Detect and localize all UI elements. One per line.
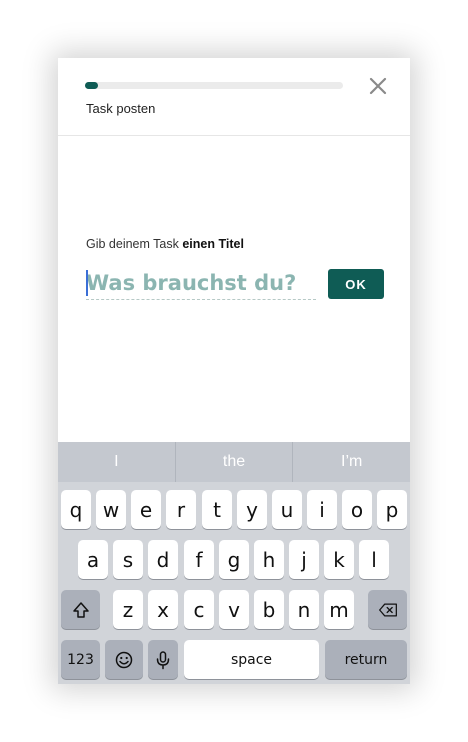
key-b[interactable]: b <box>254 590 284 629</box>
key-i[interactable]: i <box>307 490 337 529</box>
space-key[interactable]: space <box>184 640 319 679</box>
numbers-key[interactable]: 123 <box>61 640 100 679</box>
close-button[interactable] <box>367 75 389 97</box>
key-v[interactable]: v <box>219 590 249 629</box>
backspace-key[interactable] <box>368 590 407 629</box>
title-input[interactable] <box>86 266 316 300</box>
key-p[interactable]: p <box>377 490 407 529</box>
shift-key[interactable] <box>61 590 100 629</box>
key-c[interactable]: c <box>184 590 214 629</box>
close-icon <box>369 77 387 95</box>
suggestion-1[interactable]: I <box>58 442 175 482</box>
key-d[interactable]: d <box>148 540 178 579</box>
app-card: Task posten Gib deinem Task einen Titel … <box>58 58 410 684</box>
suggestion-2[interactable]: the <box>174 442 293 482</box>
progress-bar <box>85 82 343 89</box>
key-t[interactable]: t <box>202 490 232 529</box>
key-s[interactable]: s <box>113 540 143 579</box>
key-n[interactable]: n <box>289 590 319 629</box>
keyboard: I the I’m q w e r t y u i o p a s d f g … <box>58 442 410 684</box>
ok-button[interactable]: OK <box>328 269 384 299</box>
backspace-icon <box>378 603 397 616</box>
header: Task posten <box>58 58 410 136</box>
title-prompt: Gib deinem Task einen Titel <box>86 237 244 251</box>
emoji-icon <box>115 651 133 668</box>
key-o[interactable]: o <box>342 490 372 529</box>
page-title: Task posten <box>86 101 156 116</box>
key-l[interactable]: l <box>359 540 389 579</box>
key-u[interactable]: u <box>272 490 302 529</box>
dictation-key[interactable] <box>148 640 178 679</box>
suggestion-3[interactable]: I’m <box>292 442 410 482</box>
emoji-key[interactable] <box>105 640 143 679</box>
key-q[interactable]: q <box>61 490 91 529</box>
key-w[interactable]: w <box>96 490 126 529</box>
suggestion-bar: I the I’m <box>58 442 410 482</box>
key-e[interactable]: e <box>131 490 161 529</box>
progress-fill <box>85 82 98 89</box>
key-z[interactable]: z <box>113 590 143 629</box>
key-y[interactable]: y <box>237 490 267 529</box>
key-k[interactable]: k <box>324 540 354 579</box>
key-f[interactable]: f <box>184 540 214 579</box>
prompt-text: Gib deinem Task <box>86 237 183 251</box>
key-m[interactable]: m <box>324 590 354 629</box>
key-x[interactable]: x <box>148 590 178 629</box>
return-key[interactable]: return <box>325 640 407 679</box>
prompt-bold-text: einen Titel <box>182 237 244 251</box>
text-caret <box>86 270 88 296</box>
key-j[interactable]: j <box>289 540 319 579</box>
key-g[interactable]: g <box>219 540 249 579</box>
microphone-icon <box>156 650 170 669</box>
key-h[interactable]: h <box>254 540 284 579</box>
shift-icon <box>72 601 89 618</box>
title-field <box>86 266 316 300</box>
key-r[interactable]: r <box>166 490 196 529</box>
key-a[interactable]: a <box>78 540 108 579</box>
